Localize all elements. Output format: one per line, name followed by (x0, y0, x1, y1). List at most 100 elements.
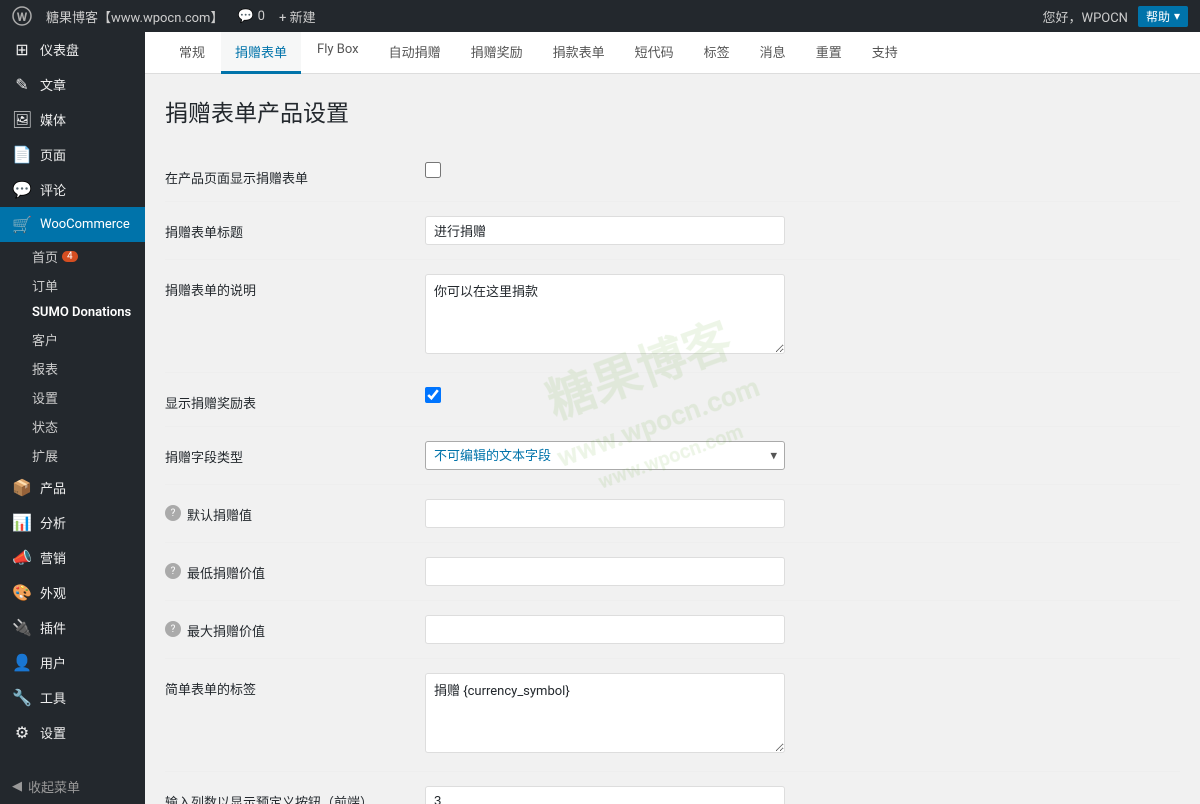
help-icon-default-value[interactable]: ? (165, 505, 181, 521)
sidebar-item-marketing[interactable]: 📣 营销 (0, 540, 145, 575)
sidebar-item-appearance[interactable]: 🎨 外观 (0, 575, 145, 610)
sidebar-sub-settings[interactable]: 设置 (0, 383, 145, 412)
appearance-icon: 🎨 (12, 583, 32, 602)
sidebar-label-pages: 页面 (40, 145, 66, 164)
sidebar-collapse-button[interactable]: ◀ 收起菜单 (0, 769, 145, 804)
input-predefined-count[interactable] (425, 786, 785, 804)
label-show-on-product-page: 在产品页面显示捐赠表单 (165, 162, 425, 187)
settings-menu-icon: ⚙ (12, 723, 32, 742)
tab-shortcode[interactable]: 短代码 (621, 32, 688, 74)
form-row-form-description: 捐赠表单的说明 (165, 260, 1180, 373)
collapse-icon: ◀ (12, 779, 22, 794)
wp-logo-icon[interactable]: W (12, 6, 32, 26)
label-show-leaderboard: 显示捐赠奖励表 (165, 387, 425, 412)
tab-donation-form[interactable]: 捐赠表单 (221, 32, 301, 74)
sidebar-label-plugins: 插件 (40, 618, 66, 637)
label-default-value: ?默认捐赠值 (165, 499, 425, 524)
tab-tags[interactable]: 标签 (690, 32, 744, 74)
tab-bar: 常规捐赠表单Fly Box自动捐赠捐赠奖励捐款表单短代码标签消息重置支持 (145, 32, 1200, 74)
new-button[interactable]: + 新建 (279, 7, 316, 26)
tab-donation-reward[interactable]: 捐赠奖励 (457, 32, 537, 74)
sidebar-sub-customers[interactable]: 客户 (0, 325, 145, 354)
control-simple-label (425, 673, 1180, 757)
users-icon: 👤 (12, 653, 32, 672)
sidebar-label-analytics: 分析 (40, 513, 66, 532)
input-default-value[interactable] (425, 499, 785, 528)
sidebar-label-comments: 评论 (40, 180, 66, 199)
sidebar-sub-home[interactable]: 首页 4 (0, 242, 145, 271)
help-icon-max-value[interactable]: ? (165, 621, 181, 637)
tools-icon: 🔧 (12, 688, 32, 707)
sidebar-label-users: 用户 (40, 653, 66, 672)
sidebar-label-woocommerce: WooCommerce (40, 217, 130, 232)
sidebar-item-posts[interactable]: ✎ 文章 (0, 67, 145, 102)
input-max-value[interactable] (425, 615, 785, 644)
sidebar-item-dashboard[interactable]: ⊞ 仪表盘 (0, 32, 145, 67)
admin-bar-right: 您好，WPOCN 帮助 ▾ (1043, 6, 1188, 27)
help-icon-min-value[interactable]: ? (165, 563, 181, 579)
tab-flybox[interactable]: Fly Box (303, 32, 373, 74)
form-row-max-value: ?最大捐赠价值 (165, 601, 1180, 659)
select-wrapper-field-type: 不可编辑的文本字段可编辑的文本字段输入框 (425, 441, 785, 470)
sidebar-item-users[interactable]: 👤 用户 (0, 645, 145, 680)
sidebar-label-orders: 订单 (32, 276, 58, 295)
sidebar-sub-status[interactable]: 状态 (0, 412, 145, 441)
sidebar-label-media: 媒体 (40, 110, 66, 129)
comment-count[interactable]: 💬 0 (237, 9, 265, 24)
tab-auto-donation[interactable]: 自动捐赠 (375, 32, 455, 74)
sidebar-label-marketing: 营销 (40, 548, 66, 567)
posts-icon: ✎ (12, 75, 32, 94)
tab-reset[interactable]: 重置 (802, 32, 856, 74)
sidebar-label-customers: 客户 (32, 330, 58, 349)
sidebar-item-analytics[interactable]: 📊 分析 (0, 505, 145, 540)
input-form-title[interactable] (425, 216, 785, 245)
sidebar-item-media[interactable]: 🖼 媒体 (0, 102, 145, 137)
sidebar-label-settings: 设置 (32, 388, 58, 407)
sidebar-item-tools[interactable]: 🔧 工具 (0, 680, 145, 715)
help-button[interactable]: 帮助 ▾ (1138, 6, 1188, 27)
form-container: 在产品页面显示捐赠表单捐赠表单标题捐赠表单的说明显示捐赠奖励表捐赠字段类型不可编… (165, 148, 1180, 804)
sidebar-sub-sumo[interactable]: SUMO Donations (0, 300, 145, 325)
control-default-value (425, 499, 1180, 528)
input-show-on-product-page[interactable] (425, 162, 441, 178)
control-form-description (425, 274, 1180, 358)
control-show-on-product-page (425, 162, 1180, 182)
sidebar-label-posts: 文章 (40, 75, 66, 94)
media-icon: 🖼 (12, 110, 32, 129)
sidebar-label-extensions: 扩展 (32, 446, 58, 465)
textarea-simple-label[interactable] (425, 673, 785, 753)
textarea-form-description[interactable] (425, 274, 785, 354)
sidebar-item-pages[interactable]: 📄 页面 (0, 137, 145, 172)
sidebar-label-appearance: 外观 (40, 583, 66, 602)
sidebar-item-comments[interactable]: 💬 评论 (0, 172, 145, 207)
site-name[interactable]: 糖果博客【www.wpocn.com】 (46, 7, 223, 26)
control-field-type: 不可编辑的文本字段可编辑的文本字段输入框 (425, 441, 1180, 470)
input-min-value[interactable] (425, 557, 785, 586)
tab-general[interactable]: 常规 (165, 32, 219, 74)
sidebar-sub-reports[interactable]: 报表 (0, 354, 145, 383)
page-title: 捐赠表单产品设置 (165, 94, 1180, 128)
form-row-default-value: ?默认捐赠值 (165, 485, 1180, 543)
form-row-show-leaderboard: 显示捐赠奖励表 (165, 373, 1180, 427)
greeting-text: 您好，WPOCN (1043, 7, 1128, 26)
sidebar-sub-orders[interactable]: 订单 (0, 271, 145, 300)
dashboard-icon: ⊞ (12, 40, 32, 59)
products-icon: 📦 (12, 478, 32, 497)
tab-donation-table[interactable]: 捐款表单 (539, 32, 619, 74)
sidebar-sub-extensions[interactable]: 扩展 (0, 441, 145, 470)
sidebar-item-settings-menu[interactable]: ⚙ 设置 (0, 715, 145, 750)
sidebar-item-woocommerce[interactable]: 🛒 WooCommerce (0, 207, 145, 242)
analytics-icon: 📊 (12, 513, 32, 532)
form-row-show-on-product-page: 在产品页面显示捐赠表单 (165, 148, 1180, 202)
comments-icon: 💬 (12, 180, 32, 199)
home-badge: 4 (62, 251, 78, 262)
sidebar-label-dashboard: 仪表盘 (40, 40, 79, 59)
sidebar-item-plugins[interactable]: 🔌 插件 (0, 610, 145, 645)
tab-messages[interactable]: 消息 (746, 32, 800, 74)
svg-text:W: W (17, 10, 28, 24)
tab-support[interactable]: 支持 (858, 32, 912, 74)
select-field-type[interactable]: 不可编辑的文本字段可编辑的文本字段输入框 (425, 441, 785, 470)
sidebar-item-products[interactable]: 📦 产品 (0, 470, 145, 505)
input-show-leaderboard[interactable] (425, 387, 441, 403)
sidebar-label-settings-menu: 设置 (40, 723, 66, 742)
